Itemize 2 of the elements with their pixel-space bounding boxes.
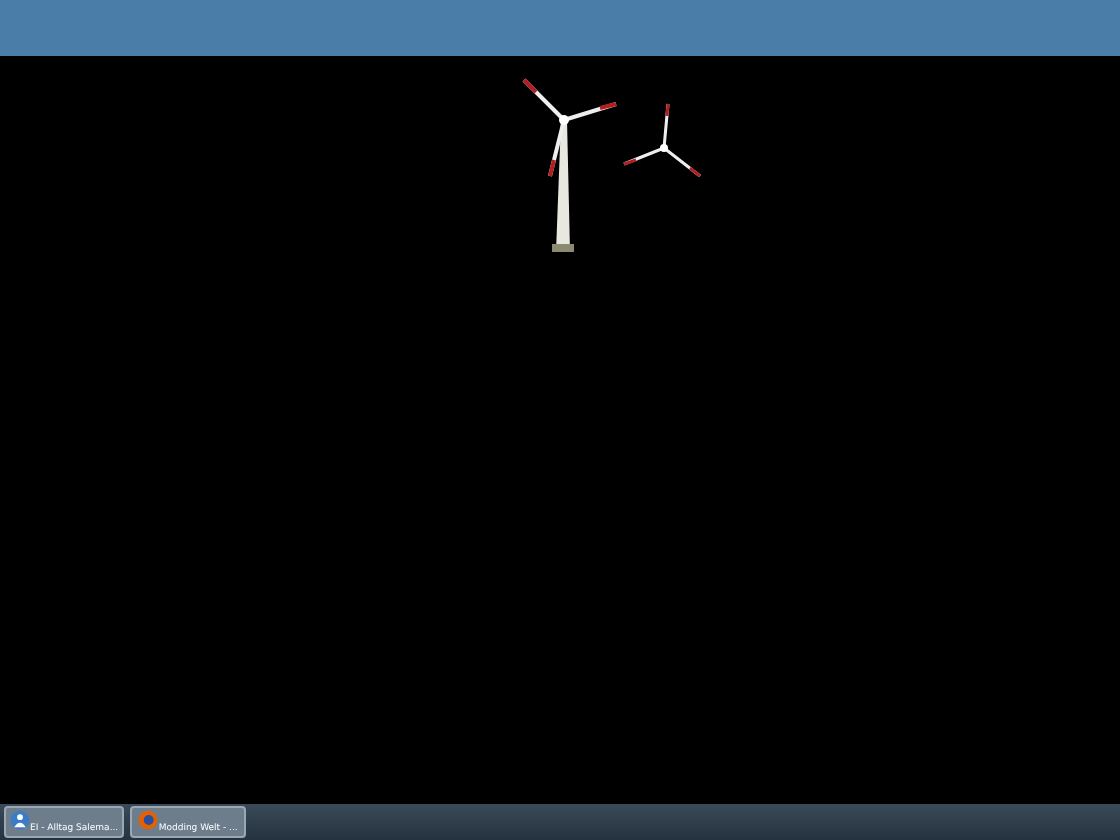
wind-turbine-drawing [623,103,701,178]
browser-icon [138,810,159,830]
